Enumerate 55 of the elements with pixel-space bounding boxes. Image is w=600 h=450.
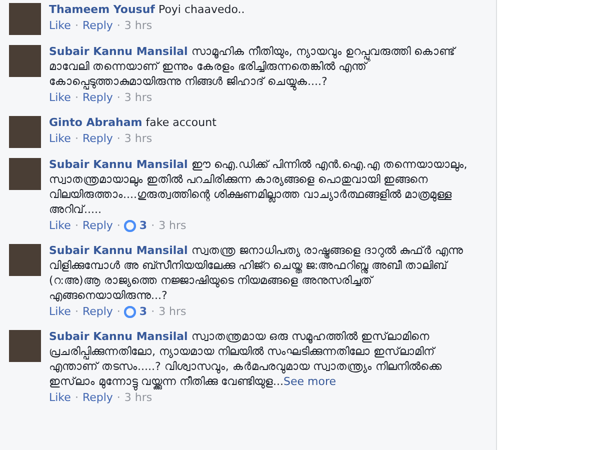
comment-time: 3 hrs [124, 390, 152, 406]
comment-action-link[interactable]: Reply [82, 304, 113, 320]
reaction-count[interactable]: 3 [139, 304, 148, 320]
separator-dot: · [150, 218, 156, 234]
author-link[interactable]: Subair Kannu Mansilal [49, 330, 188, 343]
comment-time: 3 hrs [158, 304, 186, 320]
comment-time: 3 hrs [124, 90, 152, 106]
comment-action-link[interactable]: Like [49, 218, 71, 234]
comment-time: 3 hrs [158, 218, 186, 234]
comment-action-link[interactable]: Like [49, 390, 71, 406]
author-link[interactable]: Subair Kannu Mansilal [49, 45, 188, 58]
reaction-count[interactable]: 3 [139, 218, 148, 234]
separator-dot: · [74, 218, 80, 234]
comment-action-link[interactable]: Like [49, 304, 71, 320]
avatar-photo-placeholder[interactable] [9, 158, 41, 190]
separator-dot: · [116, 218, 122, 234]
separator-dot: · [116, 131, 122, 147]
separator-dot: · [116, 18, 122, 34]
like-reaction-icon [124, 306, 136, 318]
separator-dot: · [116, 304, 122, 320]
separator-dot: · [74, 18, 80, 34]
avatar-photo-placeholder[interactable] [9, 116, 41, 148]
separator-dot: · [116, 90, 122, 106]
comment-time: 3 hrs [124, 18, 152, 34]
comment-text: Subair Kannu Mansilal സ്വതന്ത്ര ജനാധിപത്യ രാഷ്ട്രങ്ങളെ ദാറുൽ കുഫ്ർ എന്നു വിളിക്കുമ്പോൾ അ ബ്സീനിയയിലേക്കു ഹിജ്റ ചെയ്ത ജ:അഫറിബ്നു അബീ താലിബ് (റ:അ)ആ രാജ്യത്തെ നജ്ജാഷിയുടെ നിയമങ്ങളെ അനുസരിച്ചത് എങ്ങനെയായിരുന്നു...? [49, 243, 464, 303]
like-reaction-icon [124, 220, 136, 232]
avatar-photo-placeholder[interactable] [9, 244, 41, 276]
avatar-photo-placeholder[interactable] [9, 3, 41, 35]
comment-action-link[interactable]: Like [49, 18, 71, 34]
comment-text: Subair Kannu Mansilal ഈ ഐ.ഡിക്ക് പിന്നിൽ എൻ.ഐ.എ തന്നെയായാലും, സ്വാതന്ത്രമായാലും ഇതിൽ പറചിരിക്കുന്ന കാര്യങ്ങളെ പൊതുവായി ഇങ്ങനെ വിലയിരുത്താം....ഗുരുത്വത്തിന്റെ ശിക്ഷണമില്ലാത്ത വാച്യാർത്ഥങ്ങളിൽ മാത്രമുള്ള അറിവ്..... [49, 157, 468, 217]
comment-text: Subair Kannu Mansilal സ്വാതന്ത്രമായ ഒരു സമൂഹത്തിൽ ഇസ്‌ലാമിനെ പ്രചരിപ്പിക്കുന്നതിലോ, ന്യായമായ നിലയിൽ സംഘടിക്കുന്നതിലോ ഇസ്‌ലാമിന് എന്താണ് തടസം.....? വിശ്വാസവും, കർമപരവുമായ സ്വാതന്ത്ര്യം നിലനിൽക്കെ ഇസ്‌ലാം മുന്നോട്ടു വയ്ക്കുന്ന നീതിക്കു വേണ്ടിയുള...See more [49, 329, 474, 389]
comment-action-link[interactable]: Reply [82, 218, 113, 234]
author-link[interactable]: Subair Kannu Mansilal [49, 244, 188, 257]
comment-action-link[interactable]: Like [49, 90, 71, 106]
separator-dot: · [74, 131, 80, 147]
author-link[interactable]: Ginto Abraham [49, 116, 142, 129]
author-link[interactable]: Subair Kannu Mansilal [49, 158, 188, 171]
separator-dot: · [74, 390, 80, 406]
comment-time: 3 hrs [124, 131, 152, 147]
comment-text: Ginto Abraham fake account [49, 115, 218, 130]
separator-dot: · [150, 304, 156, 320]
separator-dot: · [116, 390, 122, 406]
comment-action-link[interactable]: Like [49, 131, 71, 147]
comment-action-link[interactable]: Reply [82, 18, 113, 34]
comment-action-link[interactable]: Reply [82, 131, 113, 147]
separator-dot: · [74, 304, 80, 320]
comment-action-link[interactable]: Reply [82, 90, 113, 106]
separator-dot: · [74, 90, 80, 106]
author-link[interactable]: Thameem Yousuf [49, 3, 155, 16]
comment-action-link[interactable]: Reply [82, 390, 113, 406]
comment-text: Thameem Yousuf Poyi chaavedo.. [49, 2, 246, 17]
comment-text: Subair Kannu Mansilal സാമൂഹിക നീതിയും, ന്യായവും ഉറപ്പുവരുത്തി കൊണ്ട് മാവേലി തന്നെയാണ് ഇന്നും കേരളം ഭരിച്ചിരുന്നതെങ്കിൽ എന്ത് കോപ്പെടുത്താകുമായിരുന്നു നിങ്ങൾ ജിഹാദ് ചെയ്യുക....? [49, 44, 474, 89]
see-more-link[interactable]: See more [283, 375, 336, 388]
avatar-photo-placeholder[interactable] [9, 45, 41, 77]
avatar-photo-placeholder[interactable] [9, 330, 41, 362]
